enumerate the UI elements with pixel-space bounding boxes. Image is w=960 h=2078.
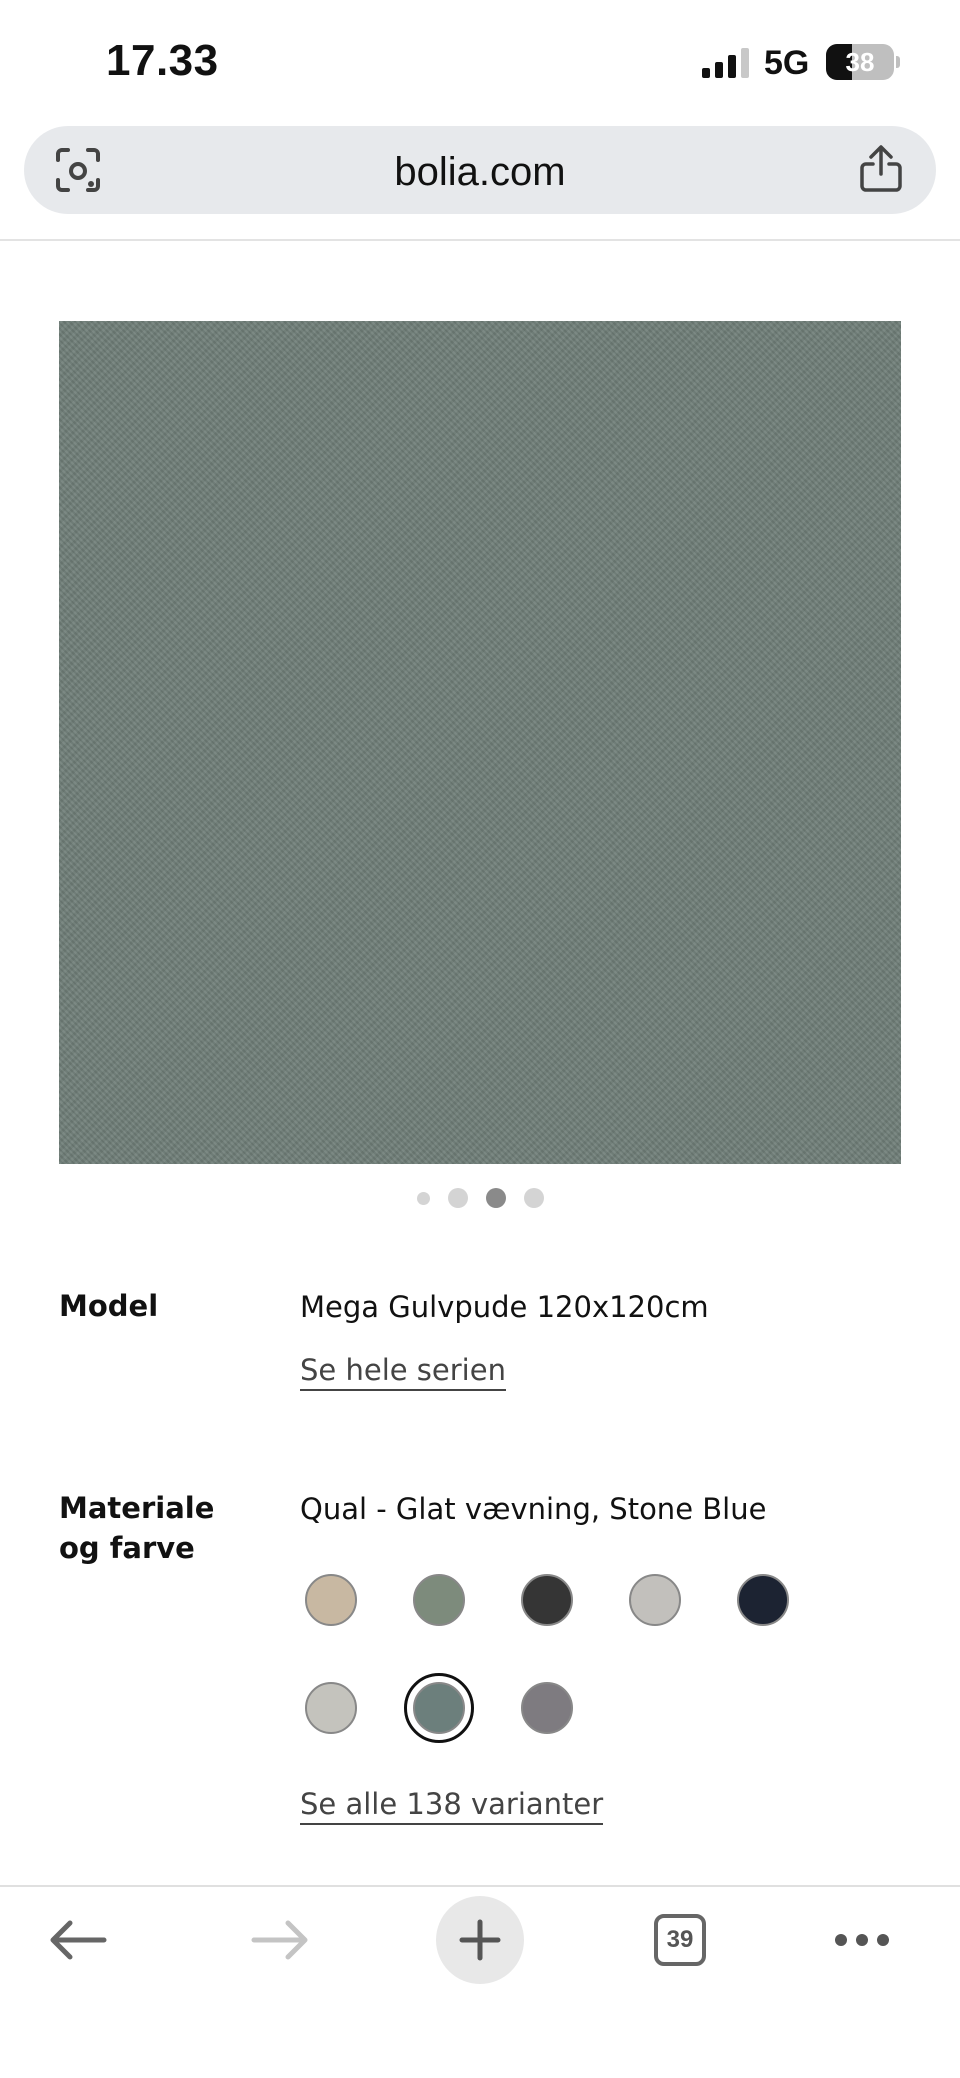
battery-icon: 38 (826, 44, 894, 80)
color-swatch[interactable] (737, 1574, 789, 1626)
battery-percent: 38 (845, 47, 875, 77)
header-divider (0, 239, 960, 241)
toolbar-divider (0, 1885, 960, 1887)
more-dots-icon (835, 1934, 889, 1946)
product-image[interactable] (59, 321, 901, 1164)
carousel-indicator[interactable] (0, 1188, 960, 1208)
carousel-dot[interactable] (447, 1188, 468, 1208)
network-type: 5G (764, 44, 810, 82)
carousel-dot[interactable] (523, 1188, 544, 1208)
signal-icon (702, 48, 749, 78)
more-button[interactable] (832, 1900, 892, 1980)
color-swatch[interactable] (521, 1574, 573, 1626)
model-value: Mega Gulvpude 120x120cm (300, 1290, 709, 1324)
material-label-line2: og farve (59, 1531, 195, 1565)
material-value: Qual - Glat vævning, Stone Blue (300, 1492, 767, 1526)
tab-count-badge: 39 (654, 1914, 706, 1966)
new-tab-circle (436, 1896, 524, 1984)
forward-button[interactable] (240, 1900, 320, 1980)
color-swatch[interactable] (629, 1574, 681, 1626)
battery-nub (896, 56, 900, 68)
url-text[interactable]: bolia.com (24, 150, 936, 195)
color-swatch-selected[interactable] (404, 1673, 474, 1743)
material-label: Materiale og farve (59, 1488, 214, 1568)
status-time: 17.33 (106, 36, 219, 85)
see-series-link[interactable]: Se hele serien (300, 1353, 506, 1391)
arrow-right-icon (251, 1920, 308, 1960)
material-label-line1: Materiale (59, 1491, 215, 1525)
arrow-left-icon (50, 1920, 107, 1960)
model-label: Model (59, 1289, 159, 1323)
color-swatch[interactable] (305, 1682, 357, 1734)
carousel-dot[interactable] (416, 1191, 430, 1205)
color-swatch[interactable] (305, 1574, 357, 1626)
plus-icon (459, 1919, 501, 1961)
color-swatch[interactable] (521, 1682, 573, 1734)
see-all-variants-link[interactable]: Se alle 138 varianter (300, 1787, 604, 1825)
color-swatch[interactable] (413, 1574, 465, 1626)
back-button[interactable] (38, 1900, 118, 1980)
carousel-dot[interactable] (485, 1188, 506, 1208)
share-icon[interactable] (858, 144, 904, 194)
new-tab-button[interactable] (436, 1896, 524, 1984)
address-bar[interactable]: bolia.com (24, 126, 936, 214)
tabs-button[interactable]: 39 (650, 1900, 710, 1980)
